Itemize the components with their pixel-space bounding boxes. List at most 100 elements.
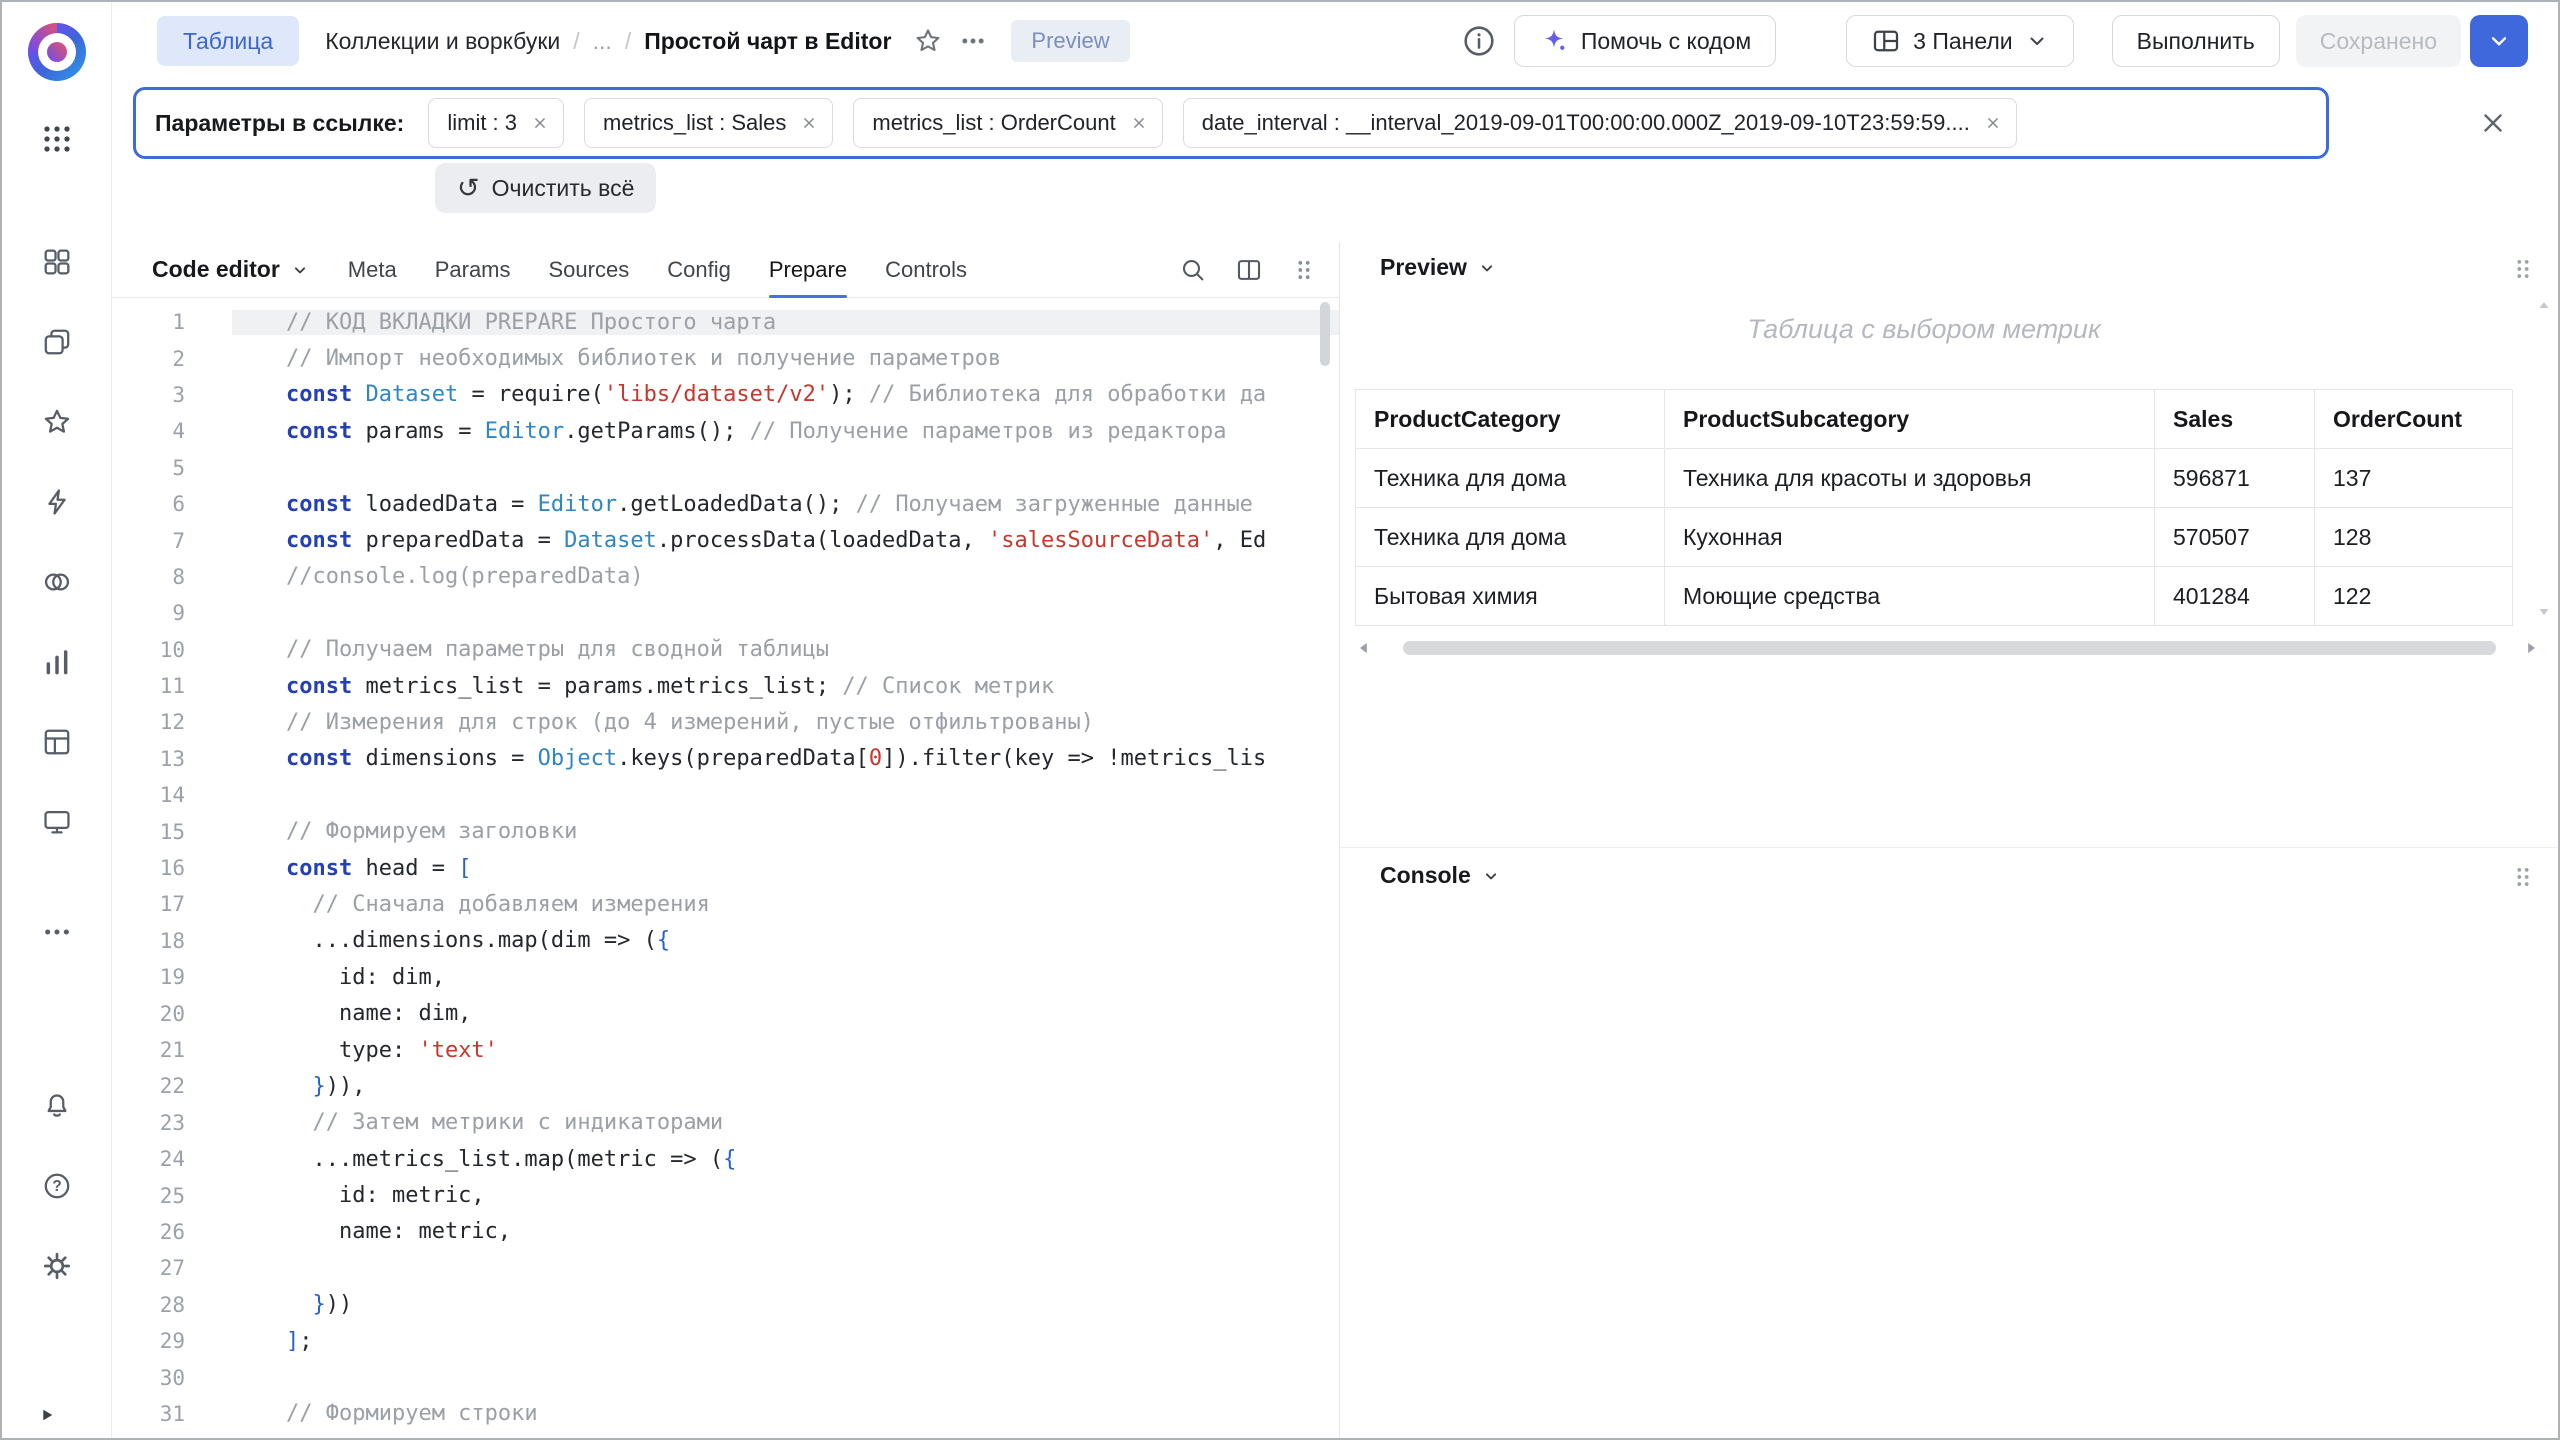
code-line[interactable]: 13const dimensions = Object.keys(prepare… xyxy=(112,741,1339,777)
preview-badge[interactable]: Preview xyxy=(1011,20,1129,62)
sidebar-item-favorites[interactable] xyxy=(2,395,112,449)
remove-chip-button[interactable] xyxy=(800,114,818,132)
sidebar-item-tables[interactable] xyxy=(2,715,112,769)
help-with-code-button[interactable]: Помочь с кодом xyxy=(1514,15,1776,67)
scrollbar-track[interactable] xyxy=(1381,641,2514,655)
code-text: })), xyxy=(232,1074,1339,1099)
column-header[interactable]: Sales xyxy=(2155,390,2315,449)
breadcrumb-item[interactable]: ... xyxy=(593,28,612,55)
param-chip[interactable]: limit : 3 xyxy=(428,98,564,148)
code-line[interactable]: 25 id: metric, xyxy=(112,1177,1339,1213)
code-line[interactable]: 23 // Затем метрики с индикаторами xyxy=(112,1105,1339,1141)
code-line[interactable]: 24 ...metrics_list.map(metric => ({ xyxy=(112,1141,1339,1177)
code-line[interactable]: 4const params = Editor.getParams(); // П… xyxy=(112,413,1339,449)
code-line[interactable]: 3const Dataset = require('libs/dataset/v… xyxy=(112,377,1339,413)
code-line[interactable]: 10// Получаем параметры для сводной табл… xyxy=(112,632,1339,668)
sidebar-item-charts[interactable] xyxy=(2,635,112,689)
tab-controls[interactable]: Controls xyxy=(885,242,967,297)
console-drag-handle[interactable] xyxy=(2510,864,2536,890)
preview-section-menu[interactable]: Preview xyxy=(1380,254,1497,281)
tab-tablitsa[interactable]: Таблица xyxy=(157,16,299,66)
code-line[interactable]: 21 type: 'text' xyxy=(112,1032,1339,1068)
code-line[interactable]: 22 })), xyxy=(112,1068,1339,1104)
editor-drag-handle[interactable] xyxy=(1291,257,1317,283)
code-line[interactable]: 6const loadedData = Editor.getLoadedData… xyxy=(112,486,1339,522)
column-header[interactable]: ProductCategory xyxy=(1356,390,1665,449)
param-chip[interactable]: date_interval : __interval_2019-09-01T00… xyxy=(1183,98,2017,148)
table-scroll-up-button[interactable] xyxy=(2536,298,2552,312)
sidebar-item-grid[interactable] xyxy=(2,235,112,289)
tab-prepare[interactable]: Prepare xyxy=(769,242,847,297)
search-button[interactable] xyxy=(1179,256,1207,284)
sidebar-item-settings[interactable] xyxy=(2,1239,112,1293)
sidebar-item-collections[interactable] xyxy=(2,315,112,369)
param-chip[interactable]: metrics_list : Sales xyxy=(584,98,833,148)
code-line[interactable]: 27 xyxy=(112,1250,1339,1286)
console-section-title: Console xyxy=(1380,862,1471,889)
console-section-menu[interactable]: Console xyxy=(1380,862,1501,889)
sidebar-item-help[interactable]: ? xyxy=(2,1159,112,1213)
breadcrumb-item[interactable]: Простой чарт в Editor xyxy=(644,28,891,55)
column-header[interactable]: ProductSubcategory xyxy=(1665,390,2155,449)
code-line[interactable]: 14 xyxy=(112,777,1339,813)
datalens-logo[interactable] xyxy=(25,20,89,84)
apps-menu-button[interactable] xyxy=(2,112,112,166)
code-line[interactable]: 20 name: dim, xyxy=(112,995,1339,1031)
code-line[interactable]: 17 // Сначала добавляем измерения xyxy=(112,886,1339,922)
breadcrumb-item[interactable]: Коллекции и воркбуки xyxy=(325,28,560,55)
tab-config[interactable]: Config xyxy=(667,242,731,297)
column-header[interactable]: OrderCount xyxy=(2315,390,2513,449)
close-params-bar-button[interactable] xyxy=(2472,102,2514,144)
code-lines[interactable]: 1// КОД ВКЛАДКИ PREPARE Простого чарта2/… xyxy=(112,304,1339,1438)
code-line[interactable]: 31// Формируем строки xyxy=(112,1396,1339,1432)
code-editor-menu[interactable]: Code editor xyxy=(152,256,310,283)
code-line[interactable]: 8//console.log(preparedData) xyxy=(112,559,1339,595)
sidebar-expand-button[interactable] xyxy=(38,1400,78,1430)
panels-dropdown-button[interactable]: 3 Панели xyxy=(1846,15,2074,67)
code-line[interactable]: 12// Измерения для строк (до 4 измерений… xyxy=(112,704,1339,740)
preview-table: ProductCategoryProductSubcategorySalesOr… xyxy=(1355,389,2513,626)
clear-all-button[interactable]: ↺ Очистить всё xyxy=(435,163,656,213)
code-line[interactable]: 7const preparedData = Dataset.processDat… xyxy=(112,522,1339,558)
more-options-button[interactable] xyxy=(959,27,987,55)
code-line[interactable]: 11const metrics_list = params.metrics_li… xyxy=(112,668,1339,704)
code-line[interactable]: 1// КОД ВКЛАДКИ PREPARE Простого чарта xyxy=(112,304,1339,340)
info-button[interactable] xyxy=(1462,24,1496,58)
code-line[interactable]: 26 name: metric, xyxy=(112,1214,1339,1250)
remove-chip-button[interactable] xyxy=(531,114,549,132)
code-line[interactable]: 15// Формируем заголовки xyxy=(112,813,1339,849)
line-number: 2 xyxy=(112,347,232,371)
preview-drag-handle[interactable] xyxy=(2510,256,2536,282)
code-line[interactable]: 18 ...dimensions.map(dim => ({ xyxy=(112,923,1339,959)
param-chip[interactable]: metrics_list : OrderCount xyxy=(853,98,1162,148)
sidebar-item-dashboards[interactable] xyxy=(2,795,112,849)
tab-params[interactable]: Params xyxy=(435,242,511,297)
code-line[interactable]: 16const head = [ xyxy=(112,850,1339,886)
sidebar-item-connections[interactable] xyxy=(2,475,112,529)
code-line[interactable]: 2// Импорт необходимых библиотек и получ… xyxy=(112,340,1339,376)
remove-chip-button[interactable] xyxy=(1130,114,1148,132)
split-view-button[interactable] xyxy=(1235,256,1263,284)
sidebar-item-datasets[interactable] xyxy=(2,555,112,609)
save-dropdown-button[interactable] xyxy=(2470,15,2528,67)
code-line[interactable]: 9 xyxy=(112,595,1339,631)
code-line[interactable]: 5 xyxy=(112,450,1339,486)
sidebar-item-notifications[interactable] xyxy=(2,1079,112,1133)
favorite-star-button[interactable] xyxy=(913,26,943,56)
code-line[interactable]: 29]; xyxy=(112,1323,1339,1359)
code-line[interactable]: 19 id: dim, xyxy=(112,959,1339,995)
scroll-right-button[interactable] xyxy=(2522,639,2540,657)
code-line[interactable]: 32const rows = preparedData.map(row => (… xyxy=(112,1432,1339,1438)
tab-meta[interactable]: Meta xyxy=(348,242,397,297)
scrollbar-thumb[interactable] xyxy=(1403,641,2496,655)
run-button[interactable]: Выполнить xyxy=(2112,15,2280,67)
code-line[interactable]: 30 xyxy=(112,1359,1339,1395)
table-scroll-down-button[interactable] xyxy=(2536,605,2552,619)
scroll-left-button[interactable] xyxy=(1355,639,1373,657)
tab-sources[interactable]: Sources xyxy=(549,242,630,297)
sidebar-item-more[interactable] xyxy=(2,905,112,959)
code-line[interactable]: 28 })) xyxy=(112,1287,1339,1323)
remove-chip-button[interactable] xyxy=(1984,114,2002,132)
search-icon xyxy=(1179,256,1207,284)
code-vertical-scrollbar[interactable] xyxy=(1320,302,1330,366)
